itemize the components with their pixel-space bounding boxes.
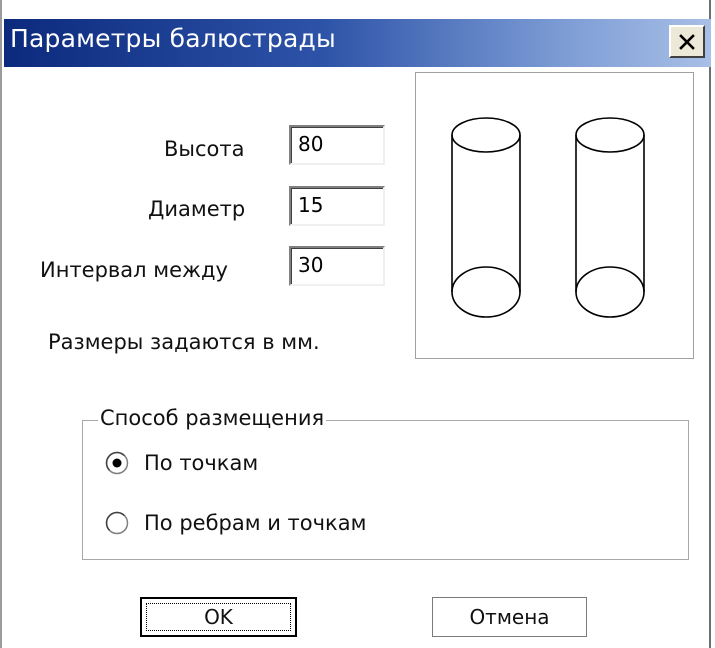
diameter-label: Диаметр — [148, 197, 246, 221]
left-baluster-bottom — [451, 266, 521, 318]
height-label: Высота — [164, 137, 245, 161]
right-baluster-bottom — [575, 266, 645, 318]
placement-legend: Способ размещения — [98, 406, 327, 430]
balusters-preview-icon — [451, 117, 645, 318]
dialog-title: Параметры балюстрады — [10, 24, 336, 53]
radio-by-edges-and-points[interactable]: По ребрам и точкам — [105, 511, 366, 535]
ok-button[interactable]: OK — [140, 597, 297, 637]
diameter-input[interactable]: 15 — [289, 186, 385, 226]
close-button[interactable] — [669, 25, 705, 58]
focus-rectangle — [146, 603, 291, 631]
baluster-parameters-dialog: Параметры балюстрады Высота Диаметр Инте… — [0, 0, 711, 648]
radio-selected-icon[interactable] — [105, 451, 129, 475]
close-icon — [679, 33, 695, 50]
radio-unselected-icon[interactable] — [105, 511, 129, 535]
right-baluster-top — [575, 117, 645, 153]
units-note: Размеры задаются в мм. — [48, 330, 320, 354]
left-baluster-top — [451, 117, 521, 153]
height-input[interactable]: 80 — [289, 125, 385, 165]
radio-by-points-label: По точкам — [144, 451, 259, 475]
interval-label: Интервал между — [40, 258, 228, 282]
title-bar[interactable]: Параметры балюстрады — [4, 19, 711, 67]
cancel-button-label: Отмена — [469, 605, 550, 629]
placement-groupbox — [82, 420, 689, 560]
balusters-preview — [415, 72, 694, 359]
interval-input[interactable]: 30 — [289, 246, 385, 286]
radio-by-points[interactable]: По точкам — [105, 451, 258, 475]
cancel-button[interactable]: Отмена — [432, 597, 587, 637]
radio-by-edges-and-points-label: По ребрам и точкам — [144, 511, 367, 535]
